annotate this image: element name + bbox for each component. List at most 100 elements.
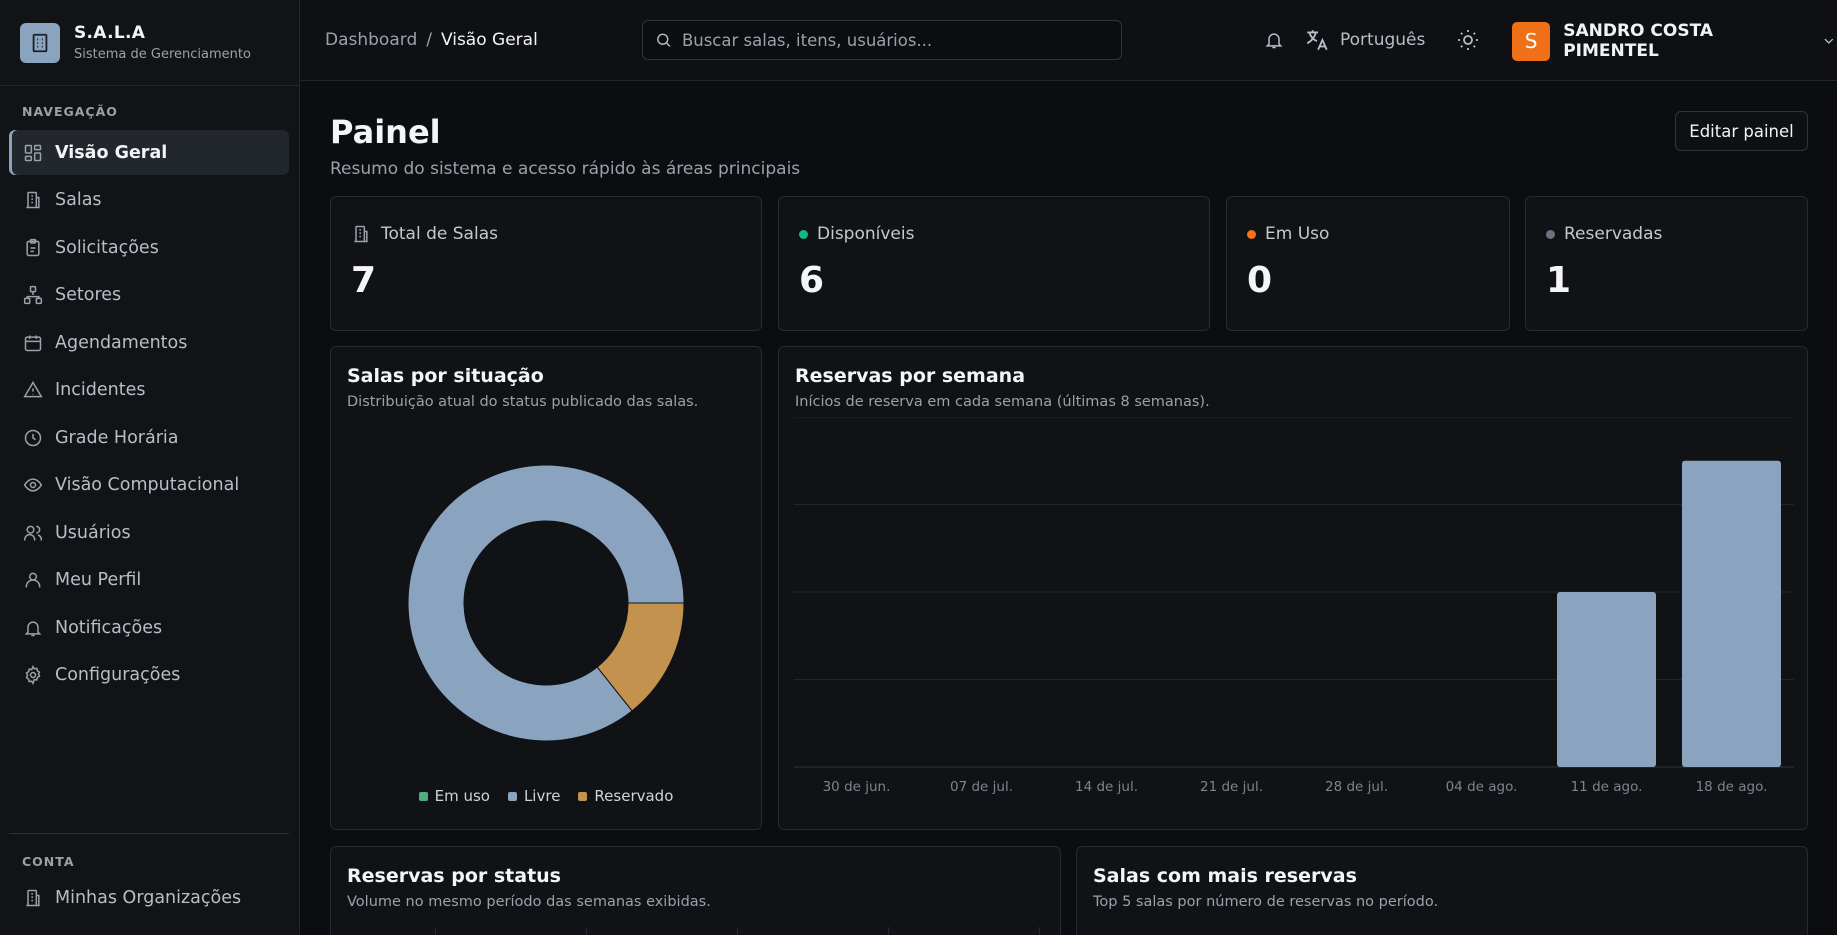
bar-6[interactable] [1557, 592, 1656, 767]
sidebar-item-label: Grade Horária [55, 427, 179, 448]
theme-toggle[interactable] [1456, 28, 1480, 52]
legend-label: Reservado [594, 787, 674, 805]
x-tick-label: 07 de jul. [950, 779, 1013, 795]
building-icon [26, 889, 40, 906]
x-tick-label: 11 de ago. [1571, 779, 1643, 795]
legend-label: Em uso [434, 787, 490, 805]
account-heading: CONTA [22, 854, 75, 869]
building-icon [20, 22, 60, 63]
sidebar-item-label: Usuários [55, 522, 131, 543]
grid-line [435, 927, 436, 935]
stat-label: Disponíveis [799, 224, 914, 244]
donut-chart [407, 464, 685, 742]
edit-dashboard-button[interactable]: Editar painel [1675, 111, 1808, 151]
stat-value: 0 [1247, 260, 1273, 301]
stat-card-em-uso[interactable]: Em Uso 0 [1226, 196, 1510, 331]
card-title: Salas com mais reservas [1093, 865, 1357, 887]
status-dot [1247, 229, 1256, 239]
stat-label-text: Em Uso [1265, 224, 1330, 244]
sidebar-item-grade-horaria[interactable]: Grade Horária [9, 415, 289, 460]
x-tick-label: 14 de jul. [1075, 779, 1138, 795]
card-subtitle: Top 5 salas por número de reservas no pe… [1093, 894, 1439, 910]
stat-label: Total de Salas [351, 224, 498, 244]
sidebar-item-notificacoes[interactable]: Notificações [9, 605, 289, 650]
clock-icon [24, 429, 42, 446]
clipboard-icon [26, 238, 40, 256]
sidebar-item-label: Salas [55, 190, 102, 210]
chart-legend: Em uso Livre Reservado [331, 787, 761, 805]
sidebar-item-label: Configurações [55, 665, 181, 685]
sidebar-item-label: Agendamentos [55, 332, 188, 353]
brand[interactable]: S.A.L.A Sistema de Gerenciamento [0, 0, 299, 86]
sidebar: S.A.L.A Sistema de Gerenciamento NAVEGAÇ… [0, 0, 300, 935]
avatar: S [1512, 21, 1551, 61]
legend-swatch [418, 791, 428, 801]
page-subtitle: Resumo do sistema e acesso rápido às áre… [330, 159, 801, 179]
sidebar-item-agendamentos[interactable]: Agendamentos [9, 320, 289, 365]
stat-value: 1 [1546, 260, 1572, 301]
sidebar-item-usuarios[interactable]: Usuários [9, 510, 289, 555]
nav-heading: NAVEGAÇÃO [22, 104, 118, 119]
brand-subtitle: Sistema de Gerenciamento [74, 47, 251, 62]
user-menu[interactable]: S SANDRO COSTA PIMENTEL [1512, 21, 1837, 61]
user-name: SANDRO COSTA PIMENTEL [1563, 21, 1714, 61]
x-tick-label: 04 de ago. [1446, 779, 1518, 795]
stat-label-text: Disponíveis [817, 224, 915, 244]
nav-list: Visão Geral Salas Solicitações Setores A… [9, 130, 289, 700]
status-dot [1546, 229, 1555, 239]
sidebar-item-meu-perfil[interactable]: Meu Perfil [9, 558, 289, 603]
language-selector[interactable]: Português [1304, 27, 1425, 53]
grid-icon [24, 144, 42, 161]
card-subtitle: Volume no mesmo período das semanas exib… [347, 894, 711, 910]
account-nav-list: Minhas Organizações [9, 875, 289, 923]
search-input[interactable] [681, 30, 1109, 50]
grid-line [737, 927, 738, 935]
x-tick-label: 30 de jun. [823, 779, 891, 795]
language-label: Português [1340, 30, 1426, 50]
building-icon [26, 191, 40, 209]
brand-name: S.A.L.A [74, 23, 146, 43]
sidebar-item-solicitacoes[interactable]: Solicitações [9, 225, 289, 270]
x-tick-label: 28 de jul. [1325, 779, 1388, 795]
breadcrumb-root[interactable]: Dashboard [325, 30, 417, 50]
translate-icon [1306, 30, 1328, 51]
breadcrumb: Dashboard / Visão Geral [325, 30, 538, 50]
building-icon [354, 225, 368, 243]
breadcrumb-current: Visão Geral [440, 30, 538, 50]
sidebar-item-incidentes[interactable]: Incidentes [9, 368, 289, 413]
search-icon [657, 33, 671, 47]
sidebar-item-setores[interactable]: Setores [9, 273, 289, 318]
sidebar-item-label: Solicitações [55, 237, 159, 258]
stat-value: 7 [351, 260, 377, 301]
sidebar-item-minhas-organizacoes[interactable]: Minhas Organizações [9, 875, 289, 920]
legend-label: Livre [523, 787, 561, 805]
x-tick-label: 18 de ago. [1696, 779, 1768, 795]
x-tick-label: 21 de jul. [1200, 779, 1263, 795]
sidebar-item-salas[interactable]: Salas [9, 178, 289, 223]
stat-card-total[interactable]: Total de Salas 7 [330, 196, 762, 331]
search-box[interactable] [642, 20, 1122, 60]
warning-icon [23, 381, 43, 398]
notifications-button[interactable] [1262, 28, 1286, 52]
legend-item-em-uso[interactable]: Em uso [418, 787, 490, 805]
bell-icon [24, 620, 42, 636]
sidebar-item-visao-computacional[interactable]: Visão Computacional [9, 463, 289, 508]
sidebar-item-label: Visão Computacional [55, 475, 240, 495]
stat-card-reservadas[interactable]: Reservadas 1 [1525, 196, 1808, 331]
card-subtitle: Distribuição atual do status publicado d… [347, 394, 699, 410]
sidebar-item-configuracoes[interactable]: Configurações [9, 653, 289, 698]
legend-item-reservado[interactable]: Reservado [578, 787, 673, 805]
stat-card-disponiveis[interactable]: Disponíveis 6 [778, 196, 1210, 331]
bar-7[interactable] [1682, 460, 1781, 767]
breadcrumb-separator: / [426, 30, 432, 50]
user-icon [25, 572, 41, 588]
top-rooms-card: Salas com mais reservas Top 5 salas por … [1076, 846, 1808, 935]
chevron-down-icon [1824, 38, 1834, 44]
stat-label: Em Uso [1247, 224, 1329, 244]
sidebar-divider [9, 833, 289, 834]
bell-icon [1265, 33, 1283, 49]
grid-line [1039, 927, 1040, 935]
legend-item-livre[interactable]: Livre [507, 787, 561, 805]
sidebar-item-visao-geral[interactable]: Visão Geral [9, 130, 289, 175]
status-volume-card: Reservas por status Volume no mesmo perí… [330, 846, 1061, 935]
